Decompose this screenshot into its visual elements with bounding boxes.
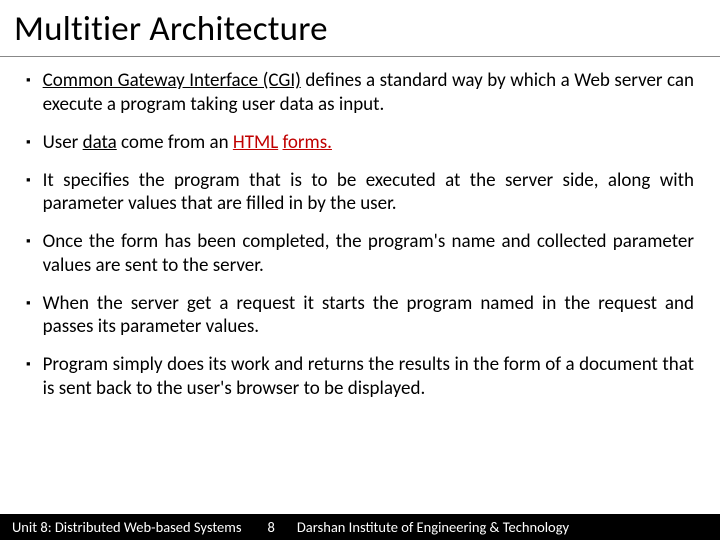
bullet-5: ▪ When the server get a request it start… [26,292,694,340]
bullet-marker-icon: ▪ [26,230,31,254]
slide-title: Multitier Architecture [0,0,720,57]
bullet-text: User data come from an HTML forms. [43,131,694,155]
bullet-marker-icon: ▪ [26,69,31,93]
bullet-text: Once the form has been completed, the pr… [43,230,694,278]
emph-cgi: Common Gateway Interface (CGI) [43,69,301,92]
slide-body: ▪ Common Gateway Interface (CGI) defines… [0,57,720,401]
bullet-text: Program simply does its work and returns… [43,353,694,401]
bullet-text: When the server get a request it starts … [43,292,694,340]
bullet-marker-icon: ▪ [26,292,31,316]
footer-unit: Unit 8: Distributed Web-based Systems [0,518,242,536]
footer-page-number: 8 [242,518,297,536]
bullet-text: It specifies the program that is to be e… [43,169,694,217]
bullet-marker-icon: ▪ [26,131,31,155]
slide-footer: Unit 8: Distributed Web-based Systems 8 … [0,514,720,540]
footer-institute: Darshan Institute of Engineering & Techn… [297,518,720,536]
emph-html: HTML [233,131,278,154]
bullet-1: ▪ Common Gateway Interface (CGI) defines… [26,69,694,117]
emph-data: data [83,131,117,154]
emph-forms: forms. [283,131,332,154]
bullet-3: ▪ It specifies the program that is to be… [26,169,694,217]
bullet-6: ▪ Program simply does its work and retur… [26,353,694,401]
bullet-2: ▪ User data come from an HTML forms. [26,131,694,155]
bullet-marker-icon: ▪ [26,169,31,193]
bullet-text: Common Gateway Interface (CGI) defines a… [43,69,694,117]
bullet-4: ▪ Once the form has been completed, the … [26,230,694,278]
bullet-marker-icon: ▪ [26,353,31,377]
